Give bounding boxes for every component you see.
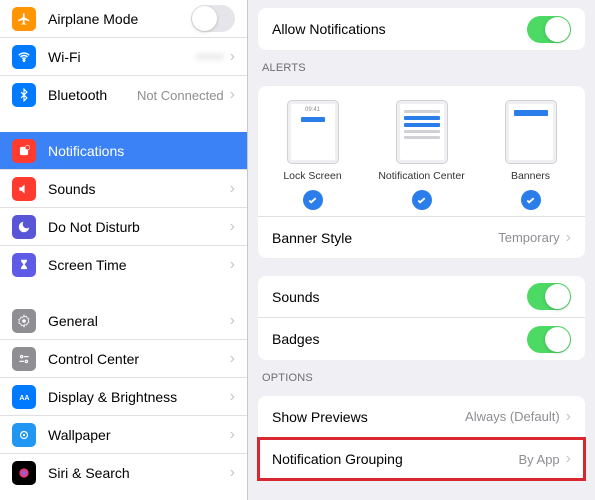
bluetooth-icon (12, 83, 36, 107)
banner-style-value: Temporary (498, 230, 559, 245)
sidebar-item-controlcenter[interactable]: Control Center › (0, 340, 247, 378)
detail-pane: Allow Notifications Alerts 09:41 Lock Sc… (248, 0, 595, 500)
row-label: Display & Brightness (48, 389, 230, 405)
sidebar-item-airplane[interactable]: Airplane Mode (0, 0, 247, 38)
row-label: Banner Style (272, 230, 498, 246)
alert-caption: Banners (511, 170, 550, 182)
alerts-section: 09:41 Lock Screen Notification Center Ba… (258, 86, 585, 258)
sidebar-item-screentime[interactable]: Screen Time › (0, 246, 247, 284)
bluetooth-value: Not Connected (137, 88, 224, 103)
options-section: Show Previews Always (Default) › Notific… (258, 396, 585, 480)
row-label: Wi-Fi (48, 49, 196, 65)
chevron-icon: › (230, 48, 235, 66)
sidebar-item-bluetooth[interactable]: Bluetooth Not Connected › (0, 76, 247, 114)
chevron-icon: › (230, 350, 235, 368)
chevron-icon: › (566, 450, 571, 468)
checkmark-icon (521, 190, 541, 210)
alert-caption: Notification Center (378, 170, 464, 182)
previews-value: Always (Default) (465, 409, 560, 424)
chevron-icon: › (230, 464, 235, 482)
alert-option-banners[interactable]: Banners (477, 100, 585, 210)
sidebar-group-general: General › Control Center › AA Display & … (0, 302, 247, 492)
sidebar-item-dnd[interactable]: Do Not Disturb › (0, 208, 247, 246)
device-preview-icon (396, 100, 448, 164)
chevron-icon: › (230, 218, 235, 236)
row-label: Airplane Mode (48, 11, 191, 27)
allow-switch[interactable] (527, 16, 571, 43)
row-label: General (48, 313, 230, 329)
sounds-switch[interactable] (527, 283, 571, 310)
notification-grouping-row[interactable]: Notification Grouping By App › (258, 438, 585, 480)
chevron-icon: › (230, 180, 235, 198)
allow-section: Allow Notifications (258, 8, 585, 50)
row-label: Notification Grouping (272, 451, 518, 467)
show-previews-row[interactable]: Show Previews Always (Default) › (258, 396, 585, 438)
moon-icon (12, 215, 36, 239)
row-label: Allow Notifications (272, 21, 527, 37)
sidebar-item-notifications[interactable]: Notifications (0, 132, 247, 170)
row-label: Badges (272, 331, 527, 347)
svg-text:AA: AA (19, 394, 29, 401)
alerts-header: Alerts (248, 58, 595, 78)
chevron-icon: › (230, 256, 235, 274)
sidebar-item-general[interactable]: General › (0, 302, 247, 340)
badges-row[interactable]: Badges (258, 318, 585, 360)
sidebar-item-sounds[interactable]: Sounds › (0, 170, 247, 208)
wifi-icon (12, 45, 36, 69)
checkmark-icon (303, 190, 323, 210)
wallpaper-icon (12, 423, 36, 447)
alert-option-lockscreen[interactable]: 09:41 Lock Screen (259, 100, 367, 210)
chevron-icon: › (566, 408, 571, 426)
row-label: Notifications (48, 143, 235, 159)
checkmark-icon (412, 190, 432, 210)
siri-icon (12, 461, 36, 485)
switches-icon (12, 347, 36, 371)
chevron-icon: › (230, 312, 235, 330)
notifications-icon (12, 139, 36, 163)
sidebar-group-notifications: Notifications Sounds › Do Not Disturb › … (0, 132, 247, 284)
airplane-switch[interactable] (191, 5, 235, 32)
alert-style-grid: 09:41 Lock Screen Notification Center Ba… (258, 86, 585, 216)
sidebar-item-siri[interactable]: Siri & Search › (0, 454, 247, 492)
sounds-row[interactable]: Sounds (258, 276, 585, 318)
sounds-icon (12, 177, 36, 201)
allow-notifications-row[interactable]: Allow Notifications (258, 8, 585, 50)
row-label: Wallpaper (48, 427, 230, 443)
options-header: Options (248, 368, 595, 388)
row-label: Show Previews (272, 409, 465, 425)
sidebar-group-connectivity: Airplane Mode Wi-Fi •••••• › Bluetooth N… (0, 0, 247, 114)
alert-option-notification-center[interactable]: Notification Center (368, 100, 476, 210)
device-preview-icon: 09:41 (287, 100, 339, 164)
alert-caption: Lock Screen (283, 170, 341, 182)
row-label: Bluetooth (48, 87, 137, 103)
row-label: Screen Time (48, 257, 230, 273)
row-label: Sounds (48, 181, 230, 197)
chevron-icon: › (230, 388, 235, 406)
sounds-badges-section: Sounds Badges (258, 276, 585, 360)
sidebar-item-display[interactable]: AA Display & Brightness › (0, 378, 247, 416)
row-label: Sounds (272, 289, 527, 305)
row-label: Do Not Disturb (48, 219, 230, 235)
gear-icon (12, 309, 36, 333)
airplane-icon (12, 7, 36, 31)
chevron-icon: › (230, 426, 235, 444)
display-icon: AA (12, 385, 36, 409)
settings-sidebar: Airplane Mode Wi-Fi •••••• › Bluetooth N… (0, 0, 248, 500)
row-label: Siri & Search (48, 465, 230, 481)
chevron-icon: › (230, 86, 235, 104)
row-label: Control Center (48, 351, 230, 367)
banner-style-row[interactable]: Banner Style Temporary › (258, 216, 585, 258)
grouping-value: By App (518, 452, 559, 467)
wifi-network-value: •••••• (196, 49, 223, 64)
chevron-icon: › (566, 229, 571, 247)
device-preview-icon (505, 100, 557, 164)
sidebar-item-wallpaper[interactable]: Wallpaper › (0, 416, 247, 454)
sidebar-item-wifi[interactable]: Wi-Fi •••••• › (0, 38, 247, 76)
badges-switch[interactable] (527, 326, 571, 353)
hourglass-icon (12, 253, 36, 277)
